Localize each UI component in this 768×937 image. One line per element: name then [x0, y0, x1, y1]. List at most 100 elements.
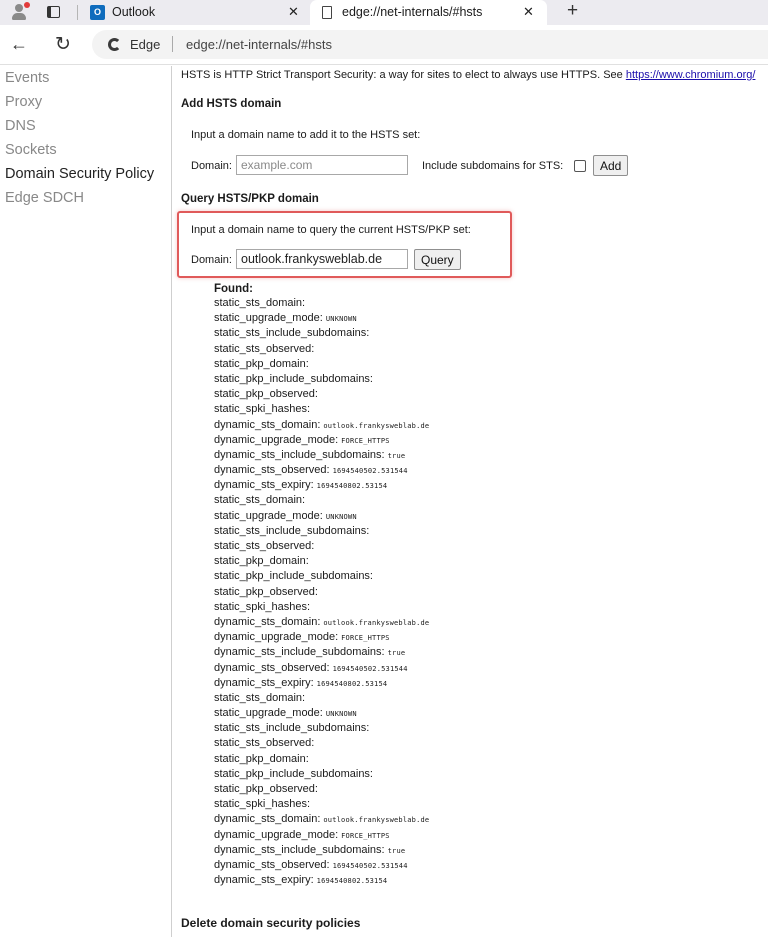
- query-button[interactable]: Query: [414, 249, 461, 270]
- result-key: static_pkp_include_subdomains:: [214, 372, 373, 385]
- result-row: static_spki_hashes:: [214, 797, 764, 812]
- result-value: outlook.frankysweblab.de: [323, 421, 430, 430]
- result-value: true: [387, 451, 406, 460]
- result-row: dynamic_sts_expiry: 1694540802.53154: [214, 478, 764, 493]
- result-row: static_upgrade_mode: UNKNOWN: [214, 706, 764, 721]
- result-key: dynamic_upgrade_mode:: [214, 433, 339, 446]
- result-value: FORCE_HTTPS: [341, 634, 390, 643]
- close-icon[interactable]: ✕: [523, 4, 534, 20]
- new-tab-icon[interactable]: +: [567, 0, 578, 22]
- address-separator: [172, 36, 173, 52]
- result-key: static_sts_observed:: [214, 342, 315, 355]
- tab-title: Outlook: [112, 5, 156, 19]
- address-bar[interactable]: Edge edge://net-internals/#hsts: [92, 30, 768, 59]
- add-instruction: Input a domain name to add it to the HST…: [191, 129, 421, 141]
- tab-actions-icon[interactable]: [47, 6, 60, 18]
- result-key: static_spki_hashes:: [214, 798, 310, 811]
- tab-title: edge://net-internals/#hsts: [342, 5, 483, 19]
- chromium-link[interactable]: https://www.chromium.org/: [626, 69, 756, 81]
- add-hsts-heading: Add HSTS domain: [181, 98, 282, 110]
- result-value: outlook.frankysweblab.de: [323, 618, 430, 627]
- result-row: static_pkp_include_subdomains:: [214, 767, 764, 782]
- result-key: dynamic_sts_observed:: [214, 858, 330, 871]
- result-row: static_spki_hashes:: [214, 402, 764, 417]
- result-key: static_sts_observed:: [214, 737, 315, 750]
- add-domain-input[interactable]: [236, 155, 408, 175]
- result-key: static_sts_domain:: [214, 691, 306, 704]
- result-row: static_sts_observed:: [214, 539, 764, 554]
- result-row: static_pkp_domain:: [214, 554, 764, 569]
- page-icon: [320, 5, 335, 20]
- sidebar-item-events[interactable]: Events: [5, 70, 49, 86]
- result-key: static_sts_include_subdomains:: [214, 327, 370, 340]
- result-value: 1694540802.53154: [316, 679, 388, 688]
- query-domain-input[interactable]: [236, 249, 408, 269]
- result-row: static_upgrade_mode: UNKNOWN: [214, 311, 764, 326]
- result-key: dynamic_sts_expiry:: [214, 479, 314, 492]
- result-rows: static_sts_domain: static_upgrade_mode: UN…: [214, 296, 764, 888]
- result-row: dynamic_sts_observed: 1694540502.531544: [214, 463, 764, 478]
- tab-outlook[interactable]: O Outlook ✕: [82, 0, 309, 25]
- sidebar-item-dns[interactable]: DNS: [5, 118, 36, 134]
- result-value: FORCE_HTTPS: [341, 436, 390, 445]
- include-subdomains-checkbox[interactable]: [574, 160, 586, 172]
- back-arrow-icon[interactable]: ←: [10, 34, 28, 55]
- result-row: static_sts_include_subdomains:: [214, 721, 764, 736]
- url-text[interactable]: edge://net-internals/#hsts: [186, 37, 332, 52]
- close-icon[interactable]: ✕: [288, 4, 299, 20]
- result-row: dynamic_sts_expiry: 1694540802.53154: [214, 873, 764, 888]
- reload-icon[interactable]: ↻: [55, 33, 71, 56]
- found-label: Found:: [214, 283, 253, 295]
- result-row: dynamic_upgrade_mode: FORCE_HTTPS: [214, 630, 764, 645]
- result-row: static_sts_domain:: [214, 296, 764, 311]
- result-row: static_pkp_domain:: [214, 752, 764, 767]
- result-value: true: [387, 846, 406, 855]
- result-key: dynamic_sts_observed:: [214, 661, 330, 674]
- result-key: dynamic_sts_expiry:: [214, 676, 314, 689]
- sidebar-item-edge-sdch[interactable]: Edge SDCH: [5, 190, 84, 206]
- result-value: UNKNOWN: [325, 710, 357, 719]
- result-key: dynamic_sts_include_subdomains:: [214, 843, 385, 856]
- query-results: Found: static_sts_domain: static_upgrade_…: [214, 282, 764, 888]
- result-key: static_upgrade_mode:: [214, 312, 323, 325]
- result-value: outlook.frankysweblab.de: [323, 816, 430, 825]
- result-value: 1694540502.531544: [332, 861, 408, 870]
- tab-separator: [77, 5, 78, 20]
- intro-description: HSTS is HTTP Strict Transport Security: …: [181, 69, 626, 81]
- result-row: dynamic_sts_domain: outlook.frankysweblab…: [214, 812, 764, 827]
- tab-strip: O Outlook ✕ edge://net-internals/#hsts ✕…: [0, 0, 768, 25]
- add-button[interactable]: Add: [593, 155, 629, 176]
- result-key: dynamic_upgrade_mode:: [214, 828, 339, 841]
- sidebar-item-sockets[interactable]: Sockets: [5, 142, 57, 158]
- result-row: dynamic_sts_include_subdomains: true: [214, 843, 764, 858]
- result-key: static_pkp_observed:: [214, 585, 318, 598]
- result-key: dynamic_sts_domain:: [214, 418, 321, 431]
- result-key: dynamic_sts_expiry:: [214, 874, 314, 887]
- result-key: static_spki_hashes:: [214, 600, 310, 613]
- result-row: static_pkp_include_subdomains:: [214, 569, 764, 584]
- delete-policies-heading: Delete domain security policies: [181, 916, 361, 930]
- result-row: dynamic_sts_expiry: 1694540802.53154: [214, 676, 764, 691]
- result-value: FORCE_HTTPS: [341, 831, 390, 840]
- tab-net-internals[interactable]: edge://net-internals/#hsts ✕: [310, 0, 547, 25]
- result-key: dynamic_sts_domain:: [214, 813, 321, 826]
- result-row: static_pkp_observed:: [214, 387, 764, 402]
- query-domain-label: Domain:: [191, 254, 232, 266]
- sidebar-item-domain-security-policy[interactable]: Domain Security Policy: [5, 166, 154, 182]
- result-row: static_upgrade_mode: UNKNOWN: [214, 509, 764, 524]
- result-row: static_sts_observed:: [214, 736, 764, 751]
- result-key: dynamic_sts_include_subdomains:: [214, 646, 385, 659]
- result-key: static_pkp_include_subdomains:: [214, 570, 373, 583]
- sidebar-item-proxy[interactable]: Proxy: [5, 94, 42, 110]
- result-key: static_upgrade_mode:: [214, 707, 323, 720]
- result-key: static_pkp_domain:: [214, 752, 309, 765]
- result-row: static_pkp_observed:: [214, 782, 764, 797]
- result-value: 1694540502.531544: [332, 664, 408, 673]
- edge-logo-icon: [108, 38, 121, 51]
- profile-avatar-icon[interactable]: [10, 2, 30, 21]
- result-key: static_sts_domain:: [214, 494, 306, 507]
- sidebar: Events Proxy DNS Sockets Domain Security…: [0, 66, 172, 937]
- outlook-icon: O: [90, 5, 105, 20]
- result-key: static_sts_include_subdomains:: [214, 722, 370, 735]
- result-row: static_sts_include_subdomains:: [214, 524, 764, 539]
